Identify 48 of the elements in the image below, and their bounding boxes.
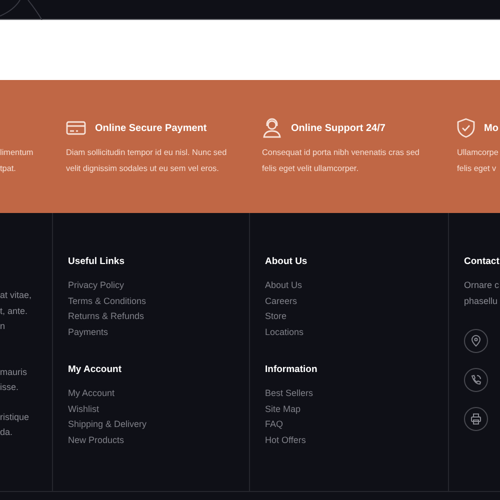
contact-text: phasellu	[464, 294, 499, 308]
about-text: t, ante.	[0, 304, 29, 318]
feature-title: Mo	[484, 122, 498, 134]
feature-description: limentum	[0, 147, 34, 159]
phone-icon	[464, 368, 488, 392]
footer-link[interactable]: Locations	[265, 324, 304, 340]
about-text: da.	[0, 426, 14, 439]
footer-link[interactable]: About Us	[265, 278, 302, 294]
column-heading: Useful Links	[68, 255, 124, 269]
footer-link[interactable]: Wishlist	[68, 402, 99, 417]
column-heading: My Account	[68, 363, 122, 377]
footer-link[interactable]: Store	[265, 309, 287, 324]
footer-link[interactable]: Payments	[68, 324, 108, 340]
feature-description: tpat.	[0, 163, 16, 175]
feature-description: Diam sollicitudin tempor id eu nisl. Nunc sed	[66, 147, 227, 159]
footer-link[interactable]: Terms & Conditions	[68, 294, 146, 309]
column-heading: Contact	[464, 255, 500, 269]
support-agent-icon	[262, 118, 282, 138]
feature-description: velit dignissim sodales ut eu sem vel eros.	[66, 163, 219, 175]
feature-title: Online Secure Payment	[95, 122, 207, 134]
printer-icon	[464, 407, 488, 431]
about-text: isse.	[0, 381, 20, 394]
about-text: n	[0, 320, 6, 333]
feature-title: Online Support 24/7	[291, 122, 386, 134]
column-heading: About Us	[265, 255, 308, 269]
feature-description: felis eget v	[457, 163, 496, 175]
footer-link[interactable]: Best Sellers	[265, 386, 314, 402]
footer-link[interactable]: FAQ	[265, 417, 284, 432]
shield-check-icon	[457, 118, 475, 138]
footer-link[interactable]: Shipping & Delivery	[68, 417, 147, 432]
feature-description: Consequat id porta nibh venenatis cras sed	[262, 147, 420, 159]
contact-text: Ornare c	[464, 279, 500, 292]
feature-description: Ullamcorpe	[457, 147, 498, 159]
footer-link[interactable]: Site Map	[265, 402, 301, 417]
footer-link[interactable]: Careers	[265, 294, 298, 309]
decorative-curves-drawing	[0, 0, 44, 20]
location-pin-icon	[464, 329, 488, 353]
credit-card-icon	[66, 120, 86, 136]
feature-description: felis eget velit ullamcorper.	[262, 163, 358, 175]
footer-link[interactable]: My Account	[68, 386, 115, 402]
about-text: at vitae,	[0, 289, 33, 302]
about-text: ristique	[0, 410, 30, 424]
footer-link[interactable]: Hot Offers	[265, 432, 306, 448]
footer-link[interactable]: New Products	[68, 432, 124, 448]
about-text: mauris	[0, 366, 28, 378]
footer-link[interactable]: Privacy Policy	[68, 278, 124, 294]
column-heading: Information	[265, 363, 318, 377]
footer-link[interactable]: Returns & Refunds	[68, 309, 144, 324]
